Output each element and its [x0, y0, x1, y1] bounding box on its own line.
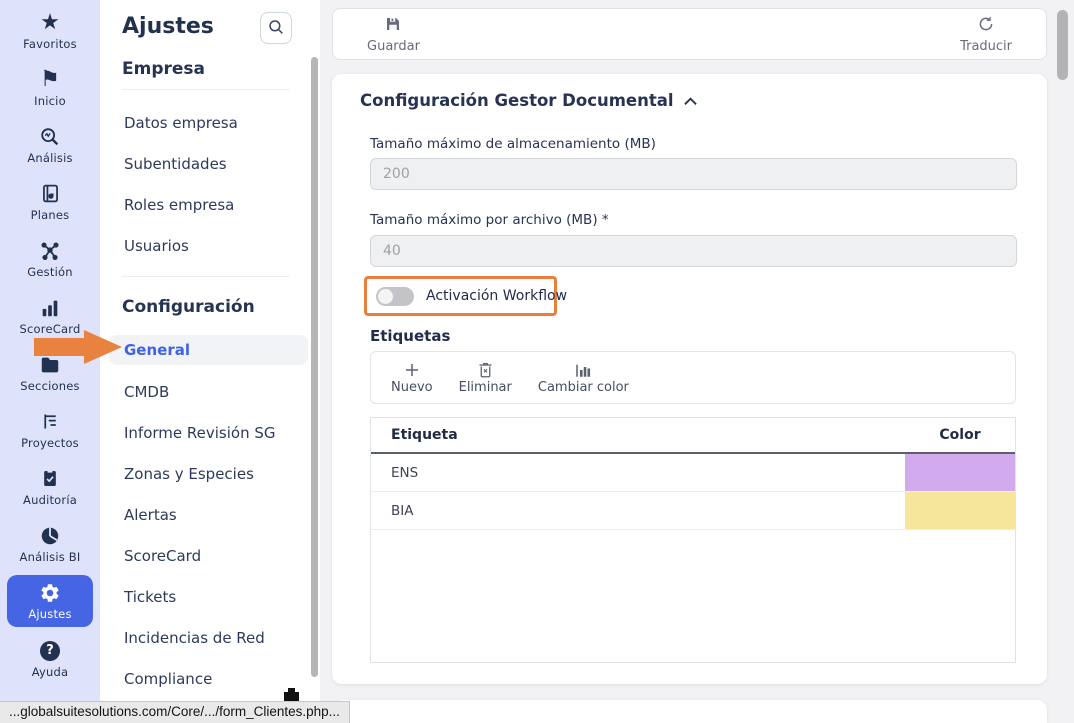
sidebar-item-datos-empresa[interactable]: Datos empresa	[100, 102, 320, 143]
sidebar-item-ayuda[interactable]: ? Ayuda	[0, 630, 100, 687]
column-header-etiqueta: Etiqueta	[371, 427, 905, 443]
empresa-nav-list: Datos empresa Subentidades Roles empresa…	[100, 102, 320, 266]
sidebar-item-favoritos[interactable]: ★ Favoritos	[0, 2, 100, 59]
storage-size-label: Tamaño máximo de almacenamiento (MB)	[370, 136, 656, 152]
sidebar-item-planes[interactable]: Planes	[0, 173, 100, 230]
new-tag-button[interactable]: Nuevo	[391, 360, 433, 395]
configuracion-nav-list: General CMDB Informe Revisión SG Zonas y…	[100, 335, 320, 699]
save-icon	[384, 15, 402, 37]
sidebar-item-informe-revision-sg[interactable]: Informe Revisión SG	[100, 412, 320, 453]
search-button[interactable]	[260, 12, 292, 44]
project-list-icon	[40, 410, 61, 434]
tag-name-cell: ENS	[371, 454, 905, 491]
tag-name-cell: BIA	[371, 492, 905, 529]
workflow-toggle[interactable]	[376, 287, 414, 306]
form-toolbar: Guardar Traducir	[332, 8, 1047, 60]
workflow-toggle-highlight-box: Activación Workflow	[364, 276, 557, 316]
help-icon: ?	[40, 639, 60, 663]
sidebar-item-zonas-y-especies[interactable]: Zonas y Especies	[100, 453, 320, 494]
flag-icon: ⚑	[40, 68, 60, 92]
divider	[122, 89, 290, 90]
divider	[122, 276, 290, 277]
settings-sidebar: Ajustes Empresa Datos empresa Subentidad…	[100, 0, 320, 723]
table-row-ens[interactable]: ENS	[371, 454, 1015, 492]
etiquetas-label: Etiquetas	[370, 327, 450, 345]
sidebar-item-proyectos[interactable]: Proyectos	[0, 401, 100, 458]
panel-title-row[interactable]: Configuración Gestor Documental	[360, 91, 697, 110]
workflow-toggle-label: Activación Workflow	[426, 288, 567, 304]
sidebar-item-analisis-bi[interactable]: Análisis BI	[0, 515, 100, 572]
bar-chart-icon	[39, 296, 61, 320]
sidebar-item-incidencias-de-red[interactable]: Incidencias de Red	[100, 617, 320, 658]
analysis-magnifier-icon	[39, 125, 61, 149]
main-content: Guardar Traducir Configuración Gestor Do…	[320, 0, 1074, 723]
network-icon	[39, 239, 61, 263]
status-bar-url: ...globalsuitesolutions.com/Core/.../for…	[0, 701, 350, 723]
sidebar-item-inicio[interactable]: ⚑ Inicio	[0, 59, 100, 116]
refresh-translate-icon	[977, 15, 995, 37]
color-chart-icon	[574, 360, 592, 379]
file-size-label: Tamaño máximo por archivo (MB) *	[370, 212, 609, 228]
table-row-bia[interactable]: BIA	[371, 492, 1015, 530]
pie-chart-icon	[39, 524, 61, 548]
sidebar-item-scorecard-config[interactable]: ScoreCard	[100, 535, 320, 576]
storage-size-input[interactable]	[370, 158, 1017, 190]
sidebar-item-general[interactable]: General	[109, 335, 308, 365]
annotation-arrow	[34, 330, 122, 368]
star-icon: ★	[40, 11, 60, 35]
tag-color-swatch[interactable]	[905, 454, 1015, 491]
change-color-button[interactable]: Cambiar color	[538, 360, 629, 395]
file-size-input[interactable]	[370, 235, 1017, 267]
tag-color-swatch[interactable]	[905, 492, 1015, 529]
sidebar-item-ajustes[interactable]: Ajustes	[7, 575, 93, 627]
panel-title: Configuración Gestor Documental	[360, 91, 674, 110]
main-scrollbar[interactable]	[1057, 10, 1068, 80]
app-window: ★ Favoritos ⚑ Inicio Análisis	[0, 0, 1074, 723]
toggle-knob	[378, 289, 393, 304]
sidebar-item-usuarios[interactable]: Usuarios	[100, 225, 320, 266]
clipboard-check-icon	[40, 467, 60, 491]
column-header-color: Color	[905, 427, 1015, 443]
sidebar-item-cmdb[interactable]: CMDB	[100, 371, 320, 412]
sidebar-item-auditoria[interactable]: Auditoría	[0, 458, 100, 515]
sidebar-item-subentidades[interactable]: Subentidades	[100, 143, 320, 184]
sidebar-scrollbar[interactable]	[311, 57, 318, 677]
search-icon	[267, 18, 285, 39]
delete-tag-button[interactable]: Eliminar	[459, 360, 512, 395]
section-header-configuracion: Configuración	[122, 297, 290, 317]
trash-icon	[477, 360, 494, 379]
notebook-icon	[40, 182, 61, 206]
etiquetas-toolbar: Nuevo Eliminar	[370, 351, 1016, 404]
plus-icon	[403, 360, 421, 379]
section-header-empresa: Empresa	[122, 59, 290, 79]
etiquetas-table: Etiqueta Color ENS BIA	[370, 417, 1016, 663]
save-button[interactable]: Guardar	[367, 15, 420, 54]
gestor-documental-panel: Configuración Gestor Documental Tamaño m…	[332, 74, 1047, 684]
translate-button[interactable]: Traducir	[960, 15, 1012, 54]
table-header-row: Etiqueta Color	[371, 418, 1015, 454]
sidebar-item-roles-empresa[interactable]: Roles empresa	[100, 184, 320, 225]
gear-icon	[39, 581, 61, 605]
chevron-up-icon[interactable]	[684, 91, 697, 110]
sidebar-item-alertas[interactable]: Alertas	[100, 494, 320, 535]
sidebar-item-gestion[interactable]: Gestión	[0, 230, 100, 287]
next-panel-partial	[332, 700, 1047, 723]
sidebar-item-tickets[interactable]: Tickets	[100, 576, 320, 617]
sidebar-item-analisis[interactable]: Análisis	[0, 116, 100, 173]
